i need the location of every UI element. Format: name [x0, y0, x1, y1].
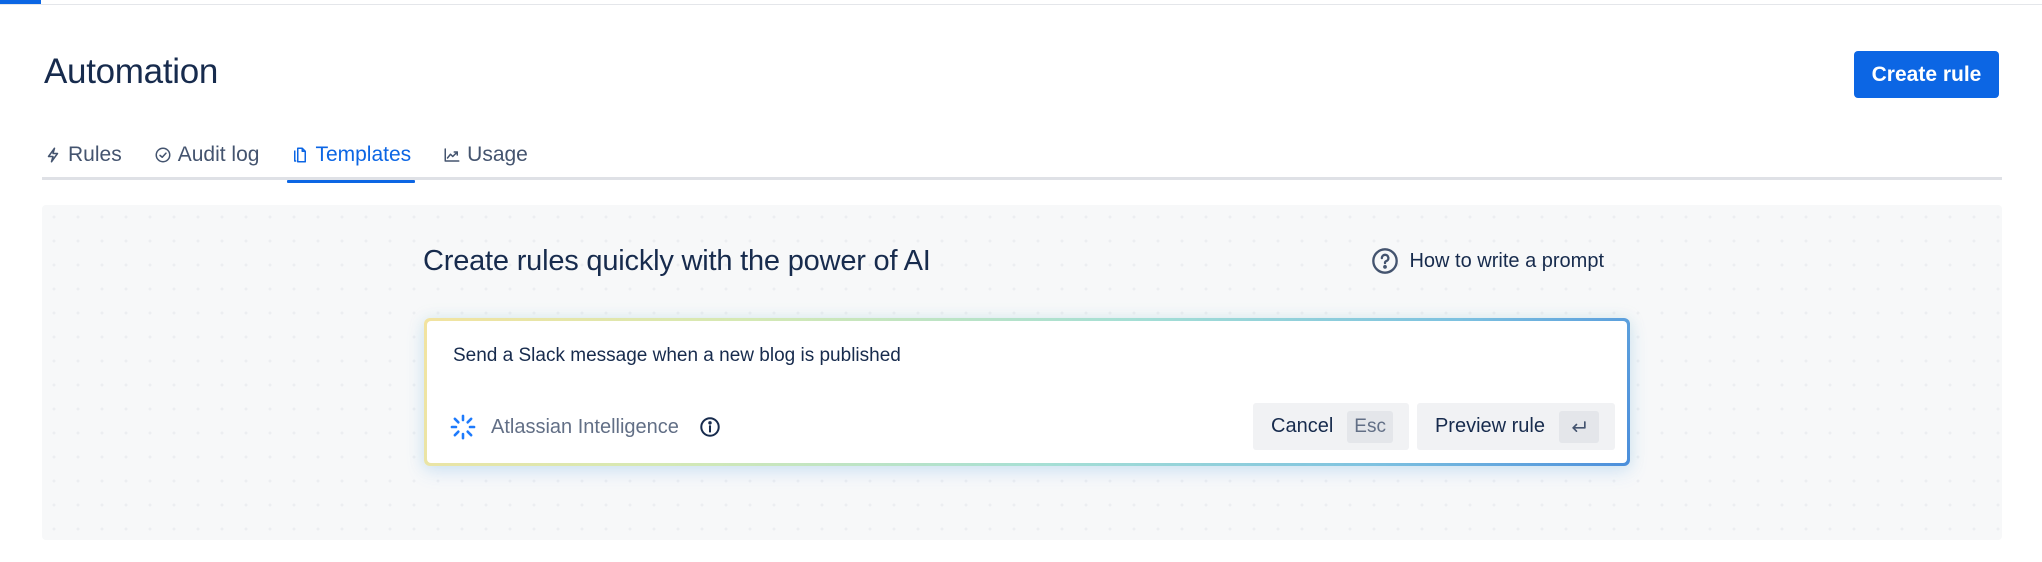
tab-usage[interactable]: Usage: [441, 136, 530, 180]
question-circle-icon: [1372, 248, 1399, 274]
tab-rules[interactable]: Rules: [42, 136, 124, 180]
ai-rule-panel: Create rules quickly with the power of A…: [42, 205, 2002, 540]
atlassian-intelligence-icon: [450, 414, 476, 440]
cancel-label: Cancel: [1271, 415, 1334, 437]
how-to-write-prompt-link[interactable]: How to write a prompt: [1371, 247, 1604, 275]
tab-label: Usage: [467, 143, 528, 166]
help-link-label: How to write a prompt: [1409, 249, 1604, 272]
prompt-box-inner: Atlassian Intelligence Cancel Esc Previe…: [427, 321, 1627, 463]
ai-rule-panel-content: Create rules quickly with the power of A…: [422, 205, 1630, 540]
top-loading-strip: [0, 0, 2042, 5]
create-rule-button[interactable]: Create rule: [1854, 51, 1999, 98]
check-circle-icon: [155, 147, 171, 163]
lightning-icon: [47, 147, 59, 163]
preview-label: Preview rule: [1434, 415, 1545, 437]
tab-audit-log[interactable]: Audit log: [152, 136, 262, 180]
line-chart-icon: [444, 148, 460, 162]
atlassian-intelligence-brand: Atlassian Intelligence: [449, 413, 721, 441]
prompt-box: Atlassian Intelligence Cancel Esc Previe…: [424, 318, 1630, 466]
panel-heading: Create rules quickly with the power of A…: [423, 245, 931, 277]
esc-shortcut-badge: Esc: [1347, 410, 1393, 443]
loading-progress-bar: [0, 0, 41, 4]
tab-label: Rules: [68, 143, 122, 166]
cancel-button[interactable]: Cancel Esc: [1253, 403, 1409, 450]
tab-bar: Rules Audit log Templates Usage: [42, 136, 2002, 183]
copy-document-icon: [294, 147, 307, 163]
prompt-input[interactable]: [453, 345, 1553, 367]
prompt-actions: Cancel Esc Preview rule: [1253, 403, 1615, 450]
enter-icon: [1572, 420, 1586, 432]
page-title: Automation: [44, 52, 219, 91]
brand-label: Atlassian Intelligence: [491, 415, 679, 438]
tab-label: Templates: [315, 143, 412, 166]
tab-templates[interactable]: Templates: [287, 136, 415, 183]
preview-rule-button[interactable]: Preview rule: [1416, 403, 1615, 450]
enter-shortcut-badge: [1559, 410, 1599, 443]
info-icon[interactable]: [699, 416, 721, 438]
tab-label: Audit log: [177, 143, 260, 166]
